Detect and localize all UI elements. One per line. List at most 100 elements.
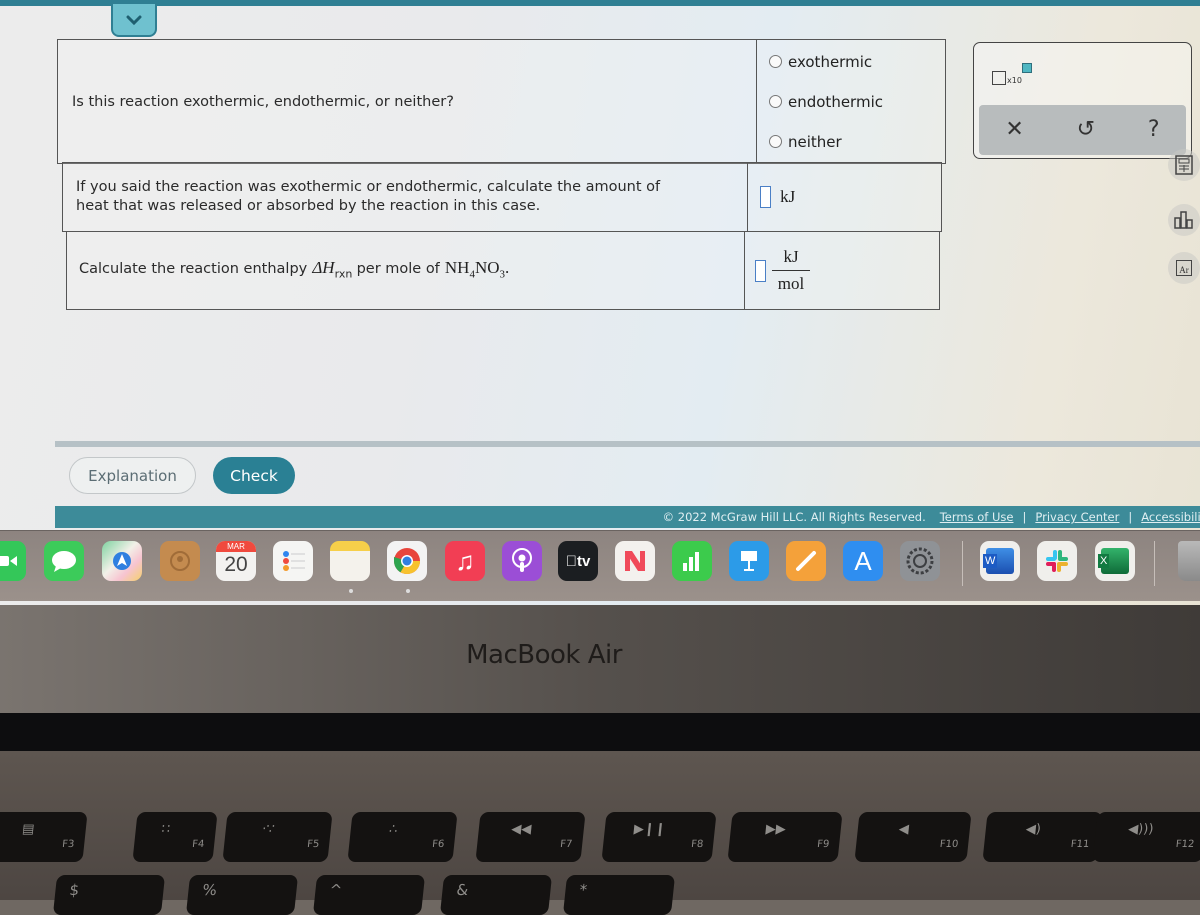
question-prompt-cell: If you said the reaction was exothermic … — [62, 162, 748, 232]
dock-calendar[interactable]: MAR 20 — [216, 541, 256, 581]
key-number-row[interactable]: * — [562, 875, 676, 915]
radio-button[interactable] — [769, 95, 782, 108]
dock-music[interactable]: ♫ — [445, 541, 485, 581]
dock-word[interactable]: W — [980, 541, 1020, 581]
laptop-model-label: MacBook Air — [466, 640, 622, 670]
clear-button[interactable]: ✕ — [1005, 119, 1023, 141]
key-label: F10 — [939, 839, 959, 850]
reminders-list-icon — [283, 551, 305, 571]
dock-numbers[interactable] — [672, 541, 712, 581]
dock-excel[interactable]: X — [1095, 541, 1135, 581]
key-f3[interactable]: ▤ F3 — [0, 812, 88, 862]
key-glyph-icon: ▤ — [21, 822, 36, 837]
key-glyph-icon: ◀) — [1024, 822, 1042, 837]
key-f6[interactable]: ∴ F6 — [347, 812, 458, 862]
explanation-button[interactable]: Explanation — [69, 457, 196, 494]
answer-options-cell: exothermic endothermic neither — [756, 39, 946, 164]
periodic-table-button[interactable]: Ar — [1168, 252, 1200, 284]
key-label: F6 — [431, 839, 445, 850]
keynote-podium-icon — [741, 551, 757, 571]
delta-h-symbol: ΔH — [312, 257, 335, 277]
dock-reminders[interactable] — [273, 541, 313, 581]
key-number-row[interactable]: ^ — [312, 875, 426, 915]
dock-keynote[interactable] — [729, 541, 769, 581]
heat-answer-cell: kJ — [747, 162, 942, 232]
privacy-center-link[interactable]: Privacy Center — [1035, 510, 1119, 524]
dock-chrome[interactable] — [387, 541, 427, 581]
terms-of-use-link[interactable]: Terms of Use — [940, 510, 1014, 524]
running-indicator — [406, 589, 410, 593]
key-glyph-icon: ‧∵ — [261, 822, 276, 837]
collapse-toggle-button[interactable] — [111, 4, 157, 37]
tools-action-bar: ✕ ↺ ? — [979, 105, 1186, 155]
dock-apple-tv[interactable]: tv — [558, 541, 598, 581]
help-button[interactable]: ? — [1148, 119, 1160, 141]
check-button[interactable]: Check — [213, 457, 295, 494]
key-f9[interactable]: ▶▶ F9 — [727, 812, 843, 862]
scientific-notation-button[interactable]: x10 — [992, 63, 1032, 85]
key-f8[interactable]: ▶❙❙ F8 — [601, 812, 717, 862]
calculator-button[interactable] — [1168, 149, 1200, 181]
option-label: endothermic — [788, 92, 883, 111]
undo-button[interactable]: ↺ — [1077, 119, 1095, 141]
unit-fraction: kJ mol — [772, 247, 810, 294]
question-row-enthalpy: Calculate the reaction enthalpy ΔHrxn pe… — [66, 231, 940, 310]
dock-trash[interactable] — [1178, 541, 1200, 581]
formula-nh4no3: NH4NO3. — [444, 257, 510, 281]
heat-prompt-line-2: heat that was released or absorbed by th… — [76, 198, 541, 214]
dock-podcasts[interactable] — [502, 541, 542, 581]
word-icon: W — [983, 548, 1014, 574]
key-number-row[interactable]: $ — [52, 875, 166, 915]
rxn-subscript: rxn — [334, 267, 353, 281]
calendar-day: 20 — [224, 553, 248, 576]
accessibility-link[interactable]: Accessibility — [1141, 510, 1200, 524]
separator: | — [1022, 510, 1027, 524]
dock-maps[interactable] — [102, 541, 142, 581]
option-endothermic[interactable]: endothermic — [769, 82, 944, 122]
key-f12[interactable]: ◀))) F12 — [1092, 812, 1200, 862]
dock-slack[interactable] — [1037, 541, 1077, 581]
radio-button[interactable] — [769, 55, 782, 68]
key-label: F4 — [191, 839, 205, 850]
key-number-row[interactable]: % — [185, 875, 299, 915]
key-glyph-icon: ▶▶ — [765, 822, 787, 837]
unit-numerator: kJ — [783, 247, 799, 266]
dock-system-preferences[interactable] — [900, 541, 940, 581]
tv-label: tv — [566, 552, 591, 570]
enthalpy-prompt-prefix: Calculate the reaction enthalpy — [79, 260, 308, 277]
dock-pages[interactable] — [786, 541, 826, 581]
question-table: Is this reaction exothermic, endothermic… — [57, 39, 946, 164]
key-symbol: ^ — [328, 881, 344, 899]
enthalpy-answer-input[interactable] — [755, 259, 766, 282]
slack-icon — [1046, 550, 1068, 572]
answer-tools-panel: x10 ✕ ↺ ? — [973, 42, 1192, 159]
heat-unit: kJ — [780, 187, 796, 206]
key-f11[interactable]: ◀) F11 — [982, 812, 1103, 862]
dock-app-store[interactable]: A — [843, 541, 883, 581]
dock-separator — [1154, 541, 1155, 586]
key-f7[interactable]: ◀◀ F7 — [475, 812, 586, 862]
enthalpy-prompt-mid: per mole of — [356, 260, 440, 277]
radio-button[interactable] — [769, 135, 782, 148]
numbers-chart-icon — [683, 552, 699, 571]
dock-notes[interactable] — [330, 541, 370, 581]
key-number-row[interactable]: & — [439, 875, 553, 915]
key-f10[interactable]: ◀ F10 — [854, 812, 972, 862]
key-f4[interactable]: ∷ F4 — [132, 812, 218, 862]
dock-facetime[interactable] — [0, 541, 26, 581]
option-exothermic[interactable]: exothermic — [769, 42, 944, 82]
key-f5[interactable]: ‧∵ F5 — [222, 812, 333, 862]
dock-messages[interactable] — [44, 541, 84, 581]
option-neither[interactable]: neither — [769, 122, 944, 162]
copyright-text: © 2022 McGraw Hill LLC. All Rights Reser… — [662, 510, 926, 524]
dock-news[interactable] — [615, 541, 655, 581]
question-prompt-cell: Is this reaction exothermic, endothermic… — [57, 39, 757, 164]
x10-label: x10 — [1007, 76, 1022, 85]
heat-answer-input[interactable] — [760, 186, 771, 208]
dock-contacts[interactable] — [160, 541, 200, 581]
calendar-month: MAR — [216, 541, 256, 552]
data-chart-button[interactable] — [1168, 204, 1200, 236]
chevron-down-icon — [126, 15, 142, 25]
key-glyph-icon: ∴ — [388, 822, 399, 837]
footer-bar: © 2022 McGraw Hill LLC. All Rights Reser… — [55, 506, 1200, 528]
